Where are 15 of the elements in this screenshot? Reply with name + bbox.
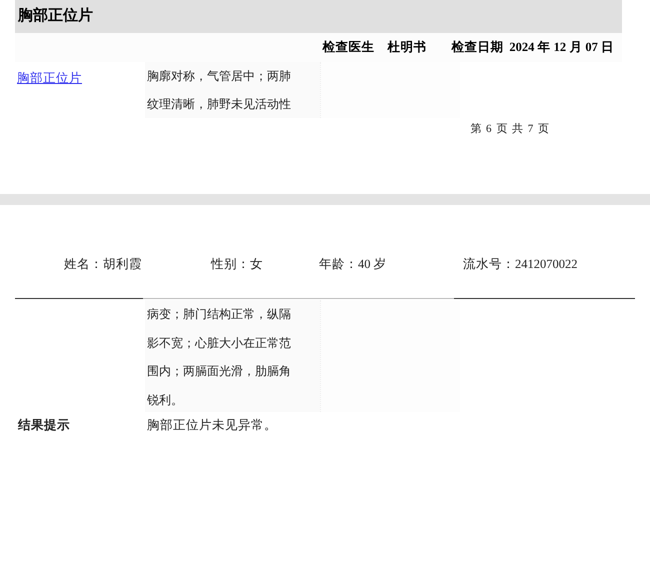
page-indicator: 第 6 页 共 7 页 [470, 122, 550, 137]
exam-date: 2024 年 12 月 07 日 [509, 39, 614, 56]
result-label: 结果提示 [16, 417, 71, 434]
findings-text: 胸廓对称，气管居中；两肺纹理清晰，肺野未见活动性 [147, 68, 292, 113]
findings-text: 病变；肺门结构正常，纵隔影不宽；心脏大小在正常范围内；两膈面光滑，肋膈角锐利。 [147, 306, 292, 408]
doctor-name: 杜明书 [387, 39, 426, 56]
exam-item-link[interactable]: 胸部正位片 [17, 71, 82, 85]
patient-field: 姓名：胡利霞 [15, 255, 211, 274]
result-text: 胸部正位片未见异常。 [146, 417, 277, 434]
patient-field: 年龄：40 岁 [319, 255, 463, 274]
section-header: 胸部正位片 [15, 0, 622, 33]
date-label: 检查日期 [451, 39, 504, 56]
patient-field: 性别：女 [211, 255, 319, 274]
doctor-label: 检查医生 [322, 39, 374, 56]
patient-field: 流水号：2412070022 [463, 255, 643, 274]
